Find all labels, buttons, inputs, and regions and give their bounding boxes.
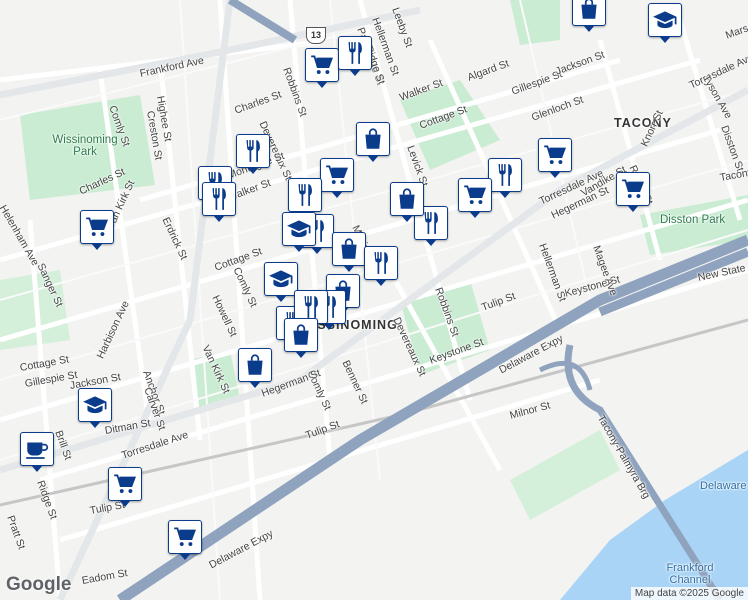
shopping-cart-icon: [620, 176, 646, 202]
restaurant-icon: [342, 40, 368, 66]
graduation-cap-icon: [268, 266, 294, 292]
poi-pin-restaurant[interactable]: [236, 134, 270, 174]
shopping-bag-icon: [360, 126, 386, 152]
restaurant-icon: [240, 138, 266, 164]
graduation-cap-icon: [652, 7, 678, 33]
poi-pin-shopping-bag[interactable]: [572, 0, 606, 32]
poi-pin-restaurant[interactable]: [488, 158, 522, 198]
google-logo: Google: [6, 574, 72, 595]
shopping-bag-icon: [394, 186, 420, 212]
water-label: Frankford Channel: [666, 562, 714, 586]
poi-pin-restaurant[interactable]: [364, 246, 398, 286]
poi-pin-shopping-cart[interactable]: [108, 467, 142, 507]
poi-pin-graduation-cap[interactable]: [78, 388, 112, 428]
shopping-cart-icon: [309, 52, 335, 78]
park-label: Disston Park: [660, 214, 726, 226]
shopping-bag-icon: [336, 236, 362, 262]
restaurant-icon: [368, 250, 394, 276]
poi-pin-graduation-cap[interactable]: [282, 212, 316, 252]
coffee-cup-icon: [24, 436, 50, 462]
restaurant-icon: [292, 182, 318, 208]
poi-pin-shopping-cart[interactable]: [80, 210, 114, 250]
shopping-cart-icon: [112, 471, 138, 497]
poi-pin-shopping-bag[interactable]: [238, 348, 272, 388]
poi-pin-shopping-bag[interactable]: [390, 182, 424, 222]
shopping-cart-icon: [542, 142, 568, 168]
park-label: Wissinoming Park: [52, 134, 118, 158]
poi-pin-graduation-cap[interactable]: [264, 262, 298, 302]
poi-pin-coffee-cup[interactable]: [20, 432, 54, 472]
poi-pin-shopping-bag[interactable]: [356, 122, 390, 162]
poi-pin-graduation-cap[interactable]: [648, 3, 682, 43]
poi-pin-shopping-bag[interactable]: [284, 318, 318, 358]
shopping-cart-icon: [324, 162, 350, 188]
poi-pin-restaurant[interactable]: [288, 178, 322, 218]
shopping-bag-icon: [576, 0, 602, 22]
restaurant-icon: [492, 162, 518, 188]
water-label: Delaware Riv: [700, 480, 748, 492]
poi-pin-shopping-cart[interactable]: [168, 520, 202, 560]
poi-pin-restaurant[interactable]: [338, 36, 372, 76]
restaurant-icon: [298, 294, 324, 320]
poi-pin-shopping-cart[interactable]: [305, 48, 339, 88]
poi-pin-shopping-cart[interactable]: [538, 138, 572, 178]
graduation-cap-icon: [286, 216, 312, 242]
shopping-bag-icon: [242, 352, 268, 378]
poi-pin-restaurant[interactable]: [202, 182, 236, 222]
graduation-cap-icon: [82, 392, 108, 418]
map-canvas[interactable]: 13 TACONY WISSINOMING Wissinoming Park D…: [0, 0, 748, 600]
poi-pin-shopping-bag[interactable]: [332, 232, 366, 272]
us-route-shield: 13: [306, 27, 326, 44]
restaurant-icon: [206, 186, 232, 212]
shopping-cart-icon: [84, 214, 110, 240]
poi-pin-shopping-cart[interactable]: [616, 172, 650, 212]
shopping-cart-icon: [172, 524, 198, 550]
poi-pin-shopping-cart[interactable]: [320, 158, 354, 198]
map-attribution: Map data ©2025 Google: [630, 587, 748, 600]
shopping-bag-icon: [288, 322, 314, 348]
shopping-cart-icon: [462, 182, 488, 208]
poi-pin-shopping-cart[interactable]: [458, 178, 492, 218]
